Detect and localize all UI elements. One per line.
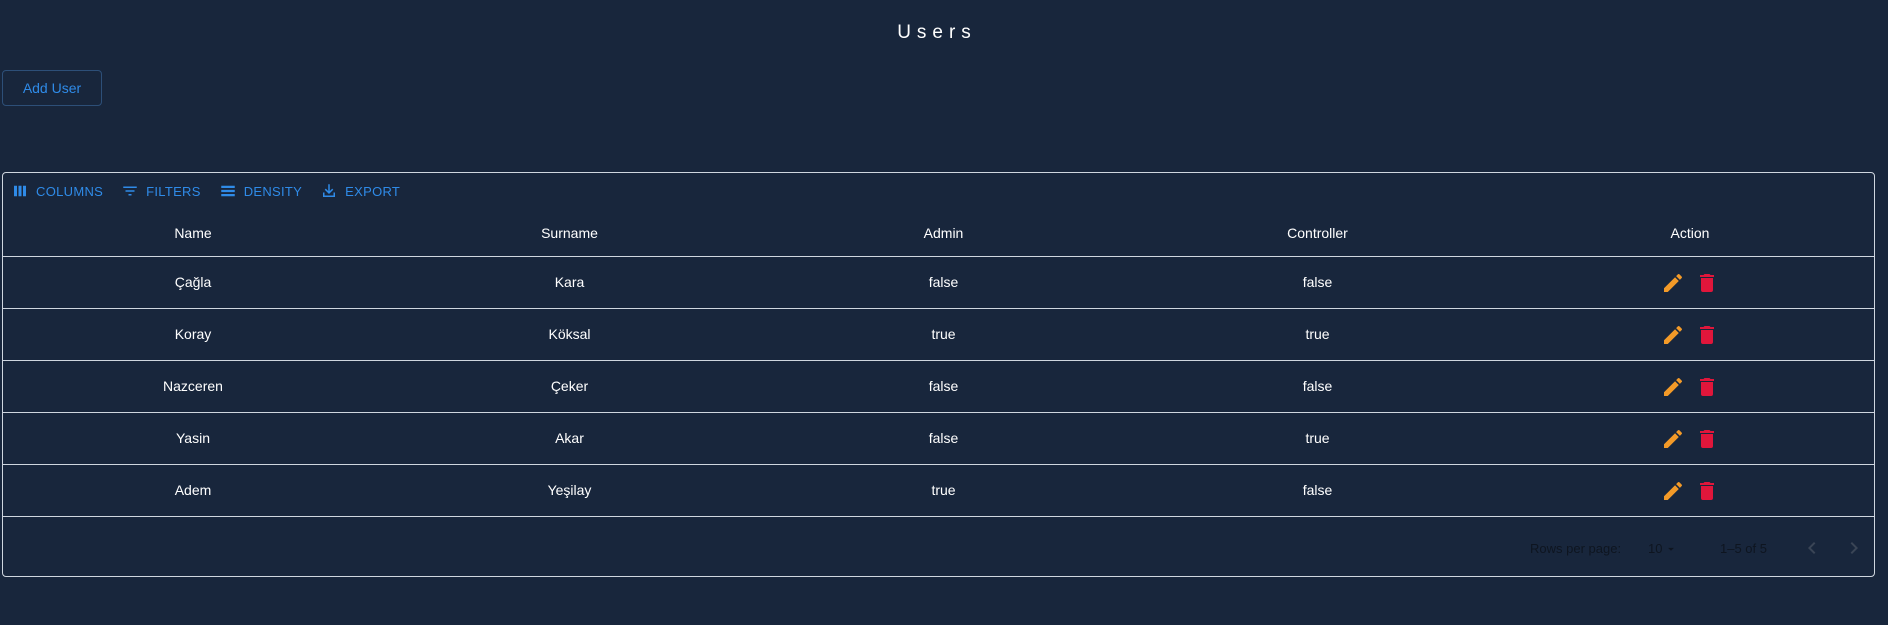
cell-surname: Akar [555, 430, 584, 446]
cell-surname: Kara [554, 274, 585, 290]
table-row[interactable]: Koray Köksal true true [3, 309, 1874, 361]
cell-name: Adem [174, 482, 212, 498]
download-icon [323, 184, 336, 197]
cell-surname: Çeker [550, 378, 589, 394]
columns-icon [14, 185, 26, 197]
delete-icon[interactable] [1695, 271, 1719, 295]
table-row[interactable]: Çağla Kara false false [3, 257, 1874, 309]
cell-controller: true [1305, 326, 1330, 342]
page-title: Users [897, 22, 977, 43]
cell-actions [1504, 465, 1876, 516]
table-row[interactable]: Adem Yeşilay true false [3, 465, 1874, 517]
rows-per-page-value: 10 [1648, 541, 1663, 556]
filters-button[interactable]: FILTERS [121, 182, 201, 200]
columns-button[interactable]: COLUMNS [11, 182, 103, 200]
users-data-grid: COLUMNS FILTERS DENSITY EXPORT Name Surn… [2, 172, 1875, 577]
export-label: EXPORT [345, 183, 401, 199]
cell-name: Koray [174, 326, 212, 342]
table-row[interactable]: Yasin Akar false true [3, 413, 1874, 465]
cell-actions [1504, 361, 1876, 412]
density-label: DENSITY [243, 183, 303, 199]
cell-actions [1504, 257, 1876, 308]
pagination-range: 1–5 of 5 [1720, 541, 1767, 556]
table-header: Name Surname Admin Controller Action [3, 211, 1874, 257]
table-row[interactable]: Nazceren Çeker false false [3, 361, 1874, 413]
cell-admin: true [931, 326, 956, 342]
edit-icon[interactable] [1661, 323, 1685, 347]
export-button[interactable]: EXPORT [320, 182, 400, 200]
header-name[interactable]: Name [3, 211, 383, 256]
edit-icon[interactable] [1661, 271, 1685, 295]
columns-label: COLUMNS [36, 183, 104, 199]
cell-actions [1504, 413, 1876, 464]
header-admin[interactable]: Admin [756, 211, 1131, 256]
cell-surname: Yeşilay [547, 482, 592, 498]
add-user-button[interactable]: Add User [2, 70, 102, 106]
filters-label: FILTERS [146, 183, 201, 199]
density-button[interactable]: DENSITY [219, 182, 302, 200]
cell-actions [1504, 309, 1876, 360]
cell-controller: true [1305, 430, 1330, 446]
header-controller[interactable]: Controller [1131, 211, 1504, 256]
next-page-button[interactable] [1842, 536, 1866, 560]
rows-per-page-select[interactable]: 10 [1648, 541, 1678, 556]
cell-admin: true [931, 482, 956, 498]
cell-admin: false [928, 430, 959, 446]
delete-icon[interactable] [1695, 479, 1719, 503]
chevron-left-icon [1808, 542, 1816, 554]
delete-icon[interactable] [1695, 323, 1719, 347]
previous-page-button[interactable] [1800, 536, 1824, 560]
chevron-right-icon [1850, 542, 1858, 554]
cell-controller: false [1302, 274, 1333, 290]
rows-per-page-label: Rows per page: [1530, 541, 1622, 556]
delete-icon[interactable] [1695, 375, 1719, 399]
edit-icon[interactable] [1661, 427, 1685, 451]
filter-icon [123, 186, 137, 196]
density-icon [220, 185, 235, 197]
cell-admin: false [928, 378, 959, 394]
header-action: Action [1670, 225, 1710, 241]
edit-icon[interactable] [1661, 479, 1685, 503]
cell-name: Yasin [176, 430, 210, 446]
cell-name: Çağla [174, 274, 212, 290]
cell-controller: false [1302, 378, 1333, 394]
grid-toolbar: COLUMNS FILTERS DENSITY EXPORT [11, 182, 418, 200]
cell-admin: false [928, 274, 959, 290]
delete-icon[interactable] [1695, 427, 1719, 451]
cell-name: Nazceren [163, 378, 223, 394]
header-surname[interactable]: Surname [383, 211, 756, 256]
edit-icon[interactable] [1661, 375, 1685, 399]
caret-down-icon [1668, 547, 1675, 551]
cell-controller: false [1302, 482, 1333, 498]
cell-surname: Köksal [548, 326, 591, 342]
pagination-footer: Rows per page: 10 1–5 of 5 [3, 523, 1874, 573]
